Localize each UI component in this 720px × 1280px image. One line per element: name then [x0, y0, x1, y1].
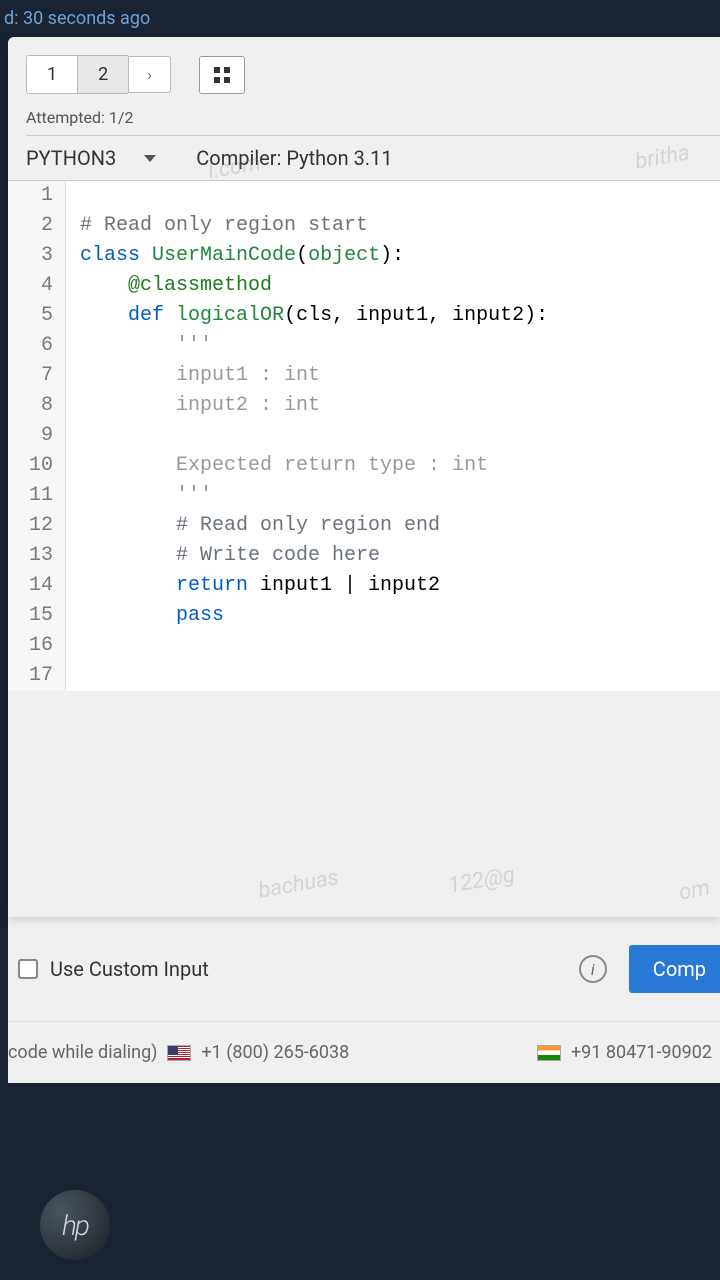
line-number: 17 — [8, 661, 66, 691]
line-number: 5 — [8, 301, 66, 331]
editor-line[interactable]: 15 pass — [8, 601, 720, 631]
line-number: 8 — [8, 391, 66, 421]
us-flag-icon — [167, 1045, 191, 1061]
us-phone: +1 (800) 265-6038 — [201, 1042, 349, 1063]
line-number: 3 — [8, 241, 66, 271]
saved-status: d: 30 seconds ago — [0, 0, 720, 37]
code-content[interactable]: ''' — [66, 331, 212, 361]
editor-line[interactable]: 8 input2 : int — [8, 391, 720, 421]
editor-line[interactable]: 17 — [8, 661, 720, 691]
editor-line[interactable]: 3class UserMainCode(object): — [8, 241, 720, 271]
editor-line[interactable]: 13 # Write code here — [8, 541, 720, 571]
attempted-label: Attempted: 1/2 — [26, 108, 720, 136]
custom-input-checkbox[interactable] — [18, 959, 38, 979]
editor-line[interactable]: 11 ''' — [8, 481, 720, 511]
language-selected: PYTHON3 — [26, 146, 116, 170]
line-number: 13 — [8, 541, 66, 571]
tab-2[interactable]: 2 — [77, 55, 128, 94]
code-content[interactable] — [66, 181, 92, 211]
code-content[interactable] — [66, 421, 92, 451]
language-select[interactable]: PYTHON3 — [26, 146, 156, 170]
code-content[interactable]: input1 : int — [66, 361, 320, 391]
editor-line[interactable]: 16 — [8, 631, 720, 661]
code-content[interactable]: # Read only region start — [66, 211, 368, 241]
footer: code while dialing) +1 (800) 265-6038 +9… — [8, 1021, 720, 1083]
language-row: PYTHON3 Compiler: Python 3.11 — [8, 136, 720, 181]
code-content[interactable]: input2 : int — [66, 391, 320, 421]
editor-line[interactable]: 14 return input1 | input2 — [8, 571, 720, 601]
custom-input-row: Use Custom Input i Comp — [8, 917, 720, 1021]
editor-line[interactable]: 4 @classmethod — [8, 271, 720, 301]
editor-line[interactable]: 6 ''' — [8, 331, 720, 361]
line-number: 12 — [8, 511, 66, 541]
editor-line[interactable]: 10 Expected return type : int — [8, 451, 720, 481]
code-content[interactable]: pass — [66, 601, 224, 631]
main-panel: 1 2 › Attempted: 1/2 PYTHON3 Compiler: P… — [8, 37, 720, 917]
tab-next[interactable]: › — [128, 56, 171, 93]
code-content[interactable] — [66, 631, 92, 661]
watermark: 122@g — [446, 862, 516, 898]
watermark: bachuas — [256, 865, 340, 904]
editor-line[interactable]: 2# Read only region start — [8, 211, 720, 241]
code-content[interactable]: return input1 | input2 — [66, 571, 440, 601]
editor-line[interactable]: 12 # Read only region end — [8, 511, 720, 541]
line-number: 15 — [8, 601, 66, 631]
line-number: 9 — [8, 421, 66, 451]
editor-line[interactable]: 5 def logicalOR(cls, input1, input2): — [8, 301, 720, 331]
grid-view-icon[interactable] — [199, 56, 245, 94]
line-number: 7 — [8, 361, 66, 391]
line-number: 16 — [8, 631, 66, 661]
code-content[interactable]: class UserMainCode(object): — [66, 241, 404, 271]
in-flag-icon — [537, 1045, 561, 1061]
hp-logo: hp — [40, 1190, 110, 1260]
line-number: 10 — [8, 451, 66, 481]
code-content[interactable]: def logicalOR(cls, input1, input2): — [66, 301, 548, 331]
chevron-down-icon — [144, 155, 156, 162]
compile-button[interactable]: Comp — [629, 945, 720, 993]
compiler-label: Compiler: Python 3.11 — [196, 146, 392, 170]
code-editor[interactable]: 1 2# Read only region start3class UserMa… — [8, 181, 720, 691]
line-number: 1 — [8, 181, 66, 211]
line-number: 14 — [8, 571, 66, 601]
line-number: 11 — [8, 481, 66, 511]
watermark: om — [677, 876, 712, 906]
info-icon[interactable]: i — [579, 955, 607, 983]
code-content[interactable]: # Write code here — [66, 541, 380, 571]
editor-line[interactable]: 9 — [8, 421, 720, 451]
line-number: 6 — [8, 331, 66, 361]
code-content[interactable]: # Read only region end — [66, 511, 440, 541]
tab-1[interactable]: 1 — [26, 55, 77, 94]
line-number: 4 — [8, 271, 66, 301]
code-content[interactable]: ''' — [66, 481, 212, 511]
code-content[interactable] — [66, 661, 92, 691]
code-content[interactable]: @classmethod — [66, 271, 272, 301]
in-phone: +91 80471-90902 — [571, 1042, 712, 1063]
question-tabs: 1 2 › — [8, 37, 720, 94]
custom-input-label: Use Custom Input — [50, 957, 209, 981]
dial-text: code while dialing) — [8, 1042, 157, 1063]
code-content[interactable]: Expected return type : int — [66, 451, 488, 481]
line-number: 2 — [8, 211, 66, 241]
editor-line[interactable]: 1 — [8, 181, 720, 211]
editor-line[interactable]: 7 input1 : int — [8, 361, 720, 391]
